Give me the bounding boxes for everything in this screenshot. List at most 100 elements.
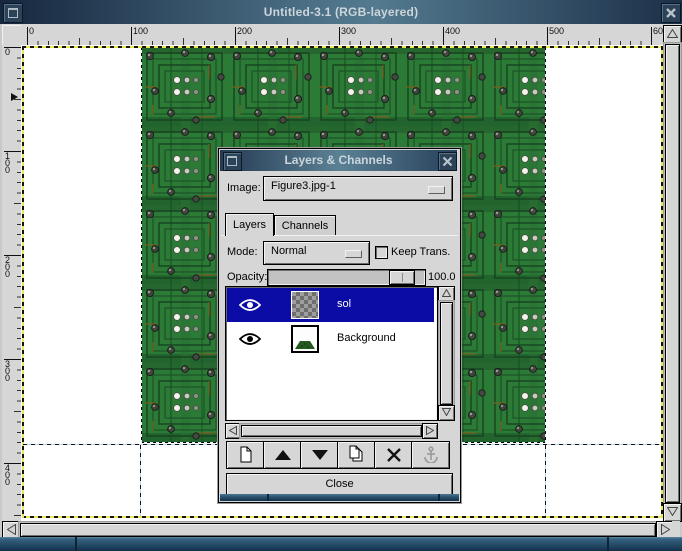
dropdown-handle-icon xyxy=(428,186,445,194)
list-vscroll-thumb[interactable] xyxy=(440,302,453,405)
window-close-button[interactable] xyxy=(661,3,681,23)
new-layer-button[interactable] xyxy=(226,441,265,469)
layer-boundary-left xyxy=(141,47,142,443)
hscroll-thumb[interactable] xyxy=(20,523,656,537)
image-boundary-top xyxy=(22,46,662,48)
ruler-tick xyxy=(651,27,652,45)
ruler-tick xyxy=(14,47,21,517)
arrow-down-icon xyxy=(442,408,451,416)
ruler-label: 500 xyxy=(549,27,564,36)
ruler-position-marker xyxy=(11,93,18,101)
new-layer-icon xyxy=(239,446,253,463)
layer-row-Background[interactable]: Background xyxy=(227,322,434,356)
gimp-image-window: Untitled-3.1 (RGB-layered) 0 100 200 300 400… xyxy=(0,0,682,551)
list-hscroll-trough[interactable] xyxy=(239,423,424,439)
list-hscroll-right-button[interactable] xyxy=(422,423,438,439)
layer-row-sol[interactable]: sol xyxy=(227,288,434,322)
visibility-eye-icon[interactable] xyxy=(239,332,261,346)
dialog-titlebar[interactable]: Layers & Channels xyxy=(220,150,457,171)
mode-label: Mode: xyxy=(227,246,258,258)
border-grip-left[interactable] xyxy=(75,537,77,551)
layer-name: Background xyxy=(337,332,396,344)
layer-thumbnail[interactable] xyxy=(291,291,319,319)
dialog-close-x-button[interactable] xyxy=(438,152,457,171)
arrow-up-icon xyxy=(442,289,451,297)
arrow-down-icon xyxy=(312,450,328,460)
dialog-border-bottom xyxy=(220,494,459,501)
dropdown-handle-icon xyxy=(345,250,362,258)
ruler-label: 600 xyxy=(653,27,663,36)
ruler-tick xyxy=(235,27,236,45)
list-vscroll-trough[interactable] xyxy=(438,300,455,407)
ruler-label: 200 xyxy=(237,27,252,36)
opacity-value: 100.0 xyxy=(428,271,456,283)
opacity-slider-handle[interactable] xyxy=(389,270,415,285)
window-titlebar[interactable]: Untitled-3.1 (RGB-layered) xyxy=(0,0,682,24)
list-hscroll-thumb[interactable] xyxy=(241,425,422,437)
mode-select-dropdown[interactable]: Normal xyxy=(263,241,370,265)
keep-trans-checkbox[interactable] xyxy=(375,246,388,259)
ruler-label: 100 xyxy=(133,27,148,36)
opacity-label: Opacity: xyxy=(227,271,267,283)
opacity-slider[interactable] xyxy=(267,269,426,286)
scrollbar-corner xyxy=(672,521,680,537)
keep-trans-label: Keep Trans. xyxy=(391,246,450,258)
raise-layer-button[interactable] xyxy=(263,441,302,469)
arrow-down-icon xyxy=(667,507,678,516)
vertical-guide-right[interactable] xyxy=(545,445,546,516)
dialog-grip-left[interactable] xyxy=(267,494,269,501)
ruler-label: 400 xyxy=(445,27,460,36)
ruler-tick xyxy=(27,38,657,45)
tab-layers[interactable]: Layers xyxy=(225,213,274,236)
ruler-tick xyxy=(27,27,28,45)
arrow-left-icon xyxy=(229,426,237,435)
ruler-tick xyxy=(443,27,444,45)
arrow-right-icon xyxy=(661,524,670,535)
vscroll-trough[interactable] xyxy=(663,42,682,505)
image-select-value: Figure3.jpg-1 xyxy=(271,180,336,192)
delete-x-icon xyxy=(387,448,401,462)
delete-layer-button[interactable] xyxy=(374,441,413,469)
arrow-up-icon xyxy=(275,450,291,460)
image-select-dropdown[interactable]: Figure3.jpg-1 xyxy=(263,176,453,201)
duplicate-layer-icon xyxy=(348,445,365,463)
list-vscroll-down-button[interactable] xyxy=(438,405,455,421)
window-border-bottom xyxy=(0,537,682,551)
vertical-ruler[interactable]: 0100200300400 xyxy=(2,45,22,521)
ruler-corner-box xyxy=(2,25,23,47)
ruler-label: 300 xyxy=(341,27,356,36)
layers-channels-dialog: Layers & Channels Image: Figure3.jpg-1 L… xyxy=(218,148,461,503)
layer-list[interactable]: sol Background xyxy=(225,286,438,421)
image-boundary-bottom xyxy=(22,516,662,518)
dialog-title: Layers & Channels xyxy=(220,150,457,171)
window-title: Untitled-3.1 (RGB-layered) xyxy=(0,0,682,24)
layer-thumbnail[interactable] xyxy=(291,325,319,353)
ruler-tick xyxy=(131,27,132,45)
duplicate-layer-button[interactable] xyxy=(337,441,376,469)
arrow-up-icon xyxy=(667,29,678,38)
visibility-eye-icon[interactable] xyxy=(239,298,261,312)
layer-boundary-right xyxy=(545,47,546,443)
anchor-icon xyxy=(423,446,439,463)
close-icon xyxy=(662,4,680,22)
ruler-label: 0 xyxy=(29,27,34,36)
border-grip-right[interactable] xyxy=(607,537,609,551)
ruler-label: 100 xyxy=(5,153,13,174)
image-label: Image: xyxy=(227,182,261,194)
vscroll-down-button[interactable] xyxy=(663,503,682,522)
image-boundary-left xyxy=(22,46,24,518)
layer-button-row xyxy=(226,441,454,468)
vertical-guide-left[interactable] xyxy=(140,445,141,516)
mode-select-value: Normal xyxy=(271,245,306,257)
tab-channels[interactable]: Channels xyxy=(274,215,336,236)
ruler-label: 300 xyxy=(5,361,13,382)
ruler-tick xyxy=(547,27,548,45)
ruler-label: 200 xyxy=(5,257,13,278)
dialog-grip-right[interactable] xyxy=(438,494,440,501)
anchor-layer-button[interactable] xyxy=(411,441,450,469)
vscroll-thumb[interactable] xyxy=(665,44,680,503)
ruler-tick xyxy=(339,27,340,45)
lower-layer-button[interactable] xyxy=(300,441,339,469)
ruler-label: 400 xyxy=(5,465,13,486)
horizontal-ruler[interactable]: 0 100 200 300 400 500 600 xyxy=(21,25,663,46)
